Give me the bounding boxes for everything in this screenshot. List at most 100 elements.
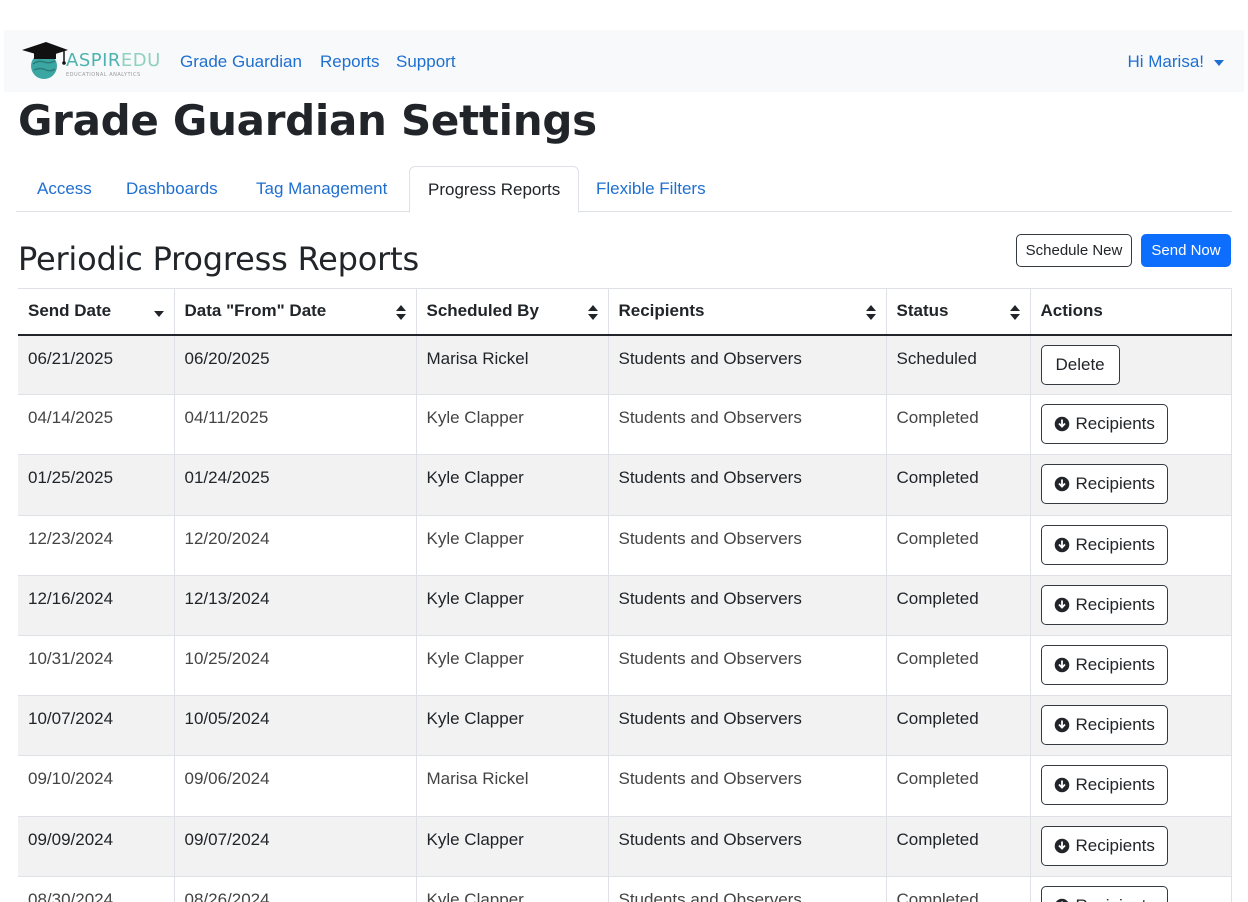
table-row: 12/23/2024 12/20/2024 Kyle Clapper Students… xyxy=(18,515,1232,576)
send-date-cell: 06/21/2025 xyxy=(18,334,174,396)
recipients-cell: Students and Observers xyxy=(607,575,886,636)
from-date-cell: 01/24/2025 xyxy=(173,454,416,516)
nav-link-grade-guardian[interactable]: Grade Guardian xyxy=(180,52,302,72)
actions-cell: Recipients xyxy=(1029,575,1232,636)
table-row: 10/31/2024 10/25/2024 Kyle Clapper Students… xyxy=(18,635,1232,697)
column-header-status[interactable]: Status xyxy=(885,288,1030,336)
download-recipients-button[interactable]: Recipients xyxy=(1040,885,1168,902)
send-date-cell: 01/25/2025 xyxy=(18,454,174,516)
sort-icon xyxy=(587,305,598,321)
tab-progress-reports[interactable]: Progress Reports xyxy=(409,166,580,213)
status-cell: Completed xyxy=(885,635,1030,697)
actions-cell: Recipients xyxy=(1029,515,1232,576)
scheduled-by-cell: Kyle Clapper xyxy=(415,876,608,902)
brand-tagline: EDUCATIONAL ANALYTICS xyxy=(66,72,141,78)
sort-icon xyxy=(865,305,876,321)
status-cell: Completed xyxy=(885,876,1030,902)
column-header-send-date[interactable]: Send Date xyxy=(18,288,174,336)
button-label: Recipients xyxy=(1075,654,1155,674)
recipients-cell: Students and Observers xyxy=(607,454,886,516)
recipients-cell: Students and Observers xyxy=(607,755,886,817)
actions-cell: Recipients xyxy=(1029,394,1232,456)
scheduled-by-cell: Kyle Clapper xyxy=(415,816,608,877)
user-menu-dropdown[interactable]: Hi Marisa! xyxy=(1127,52,1224,72)
send-now-button[interactable]: Send Now xyxy=(1141,234,1231,267)
download-circle-icon xyxy=(1054,416,1069,432)
send-date-cell: 12/16/2024 xyxy=(18,575,174,636)
status-cell: Completed xyxy=(885,515,1030,576)
column-header-scheduled-by[interactable]: Scheduled By xyxy=(415,288,608,336)
button-label: Recipients xyxy=(1075,474,1155,494)
from-date-cell: 12/20/2024 xyxy=(173,515,416,576)
actions-cell: Recipients xyxy=(1029,635,1232,697)
scheduled-by-cell: Marisa Rickel xyxy=(415,334,608,396)
table-header-row: Send Date Data "From" Date Scheduled By … xyxy=(18,288,1232,336)
download-circle-icon xyxy=(1054,657,1069,673)
column-header-recipients[interactable]: Recipients xyxy=(607,288,886,336)
tab-access[interactable]: Access xyxy=(19,166,110,212)
download-recipients-button[interactable]: Recipients xyxy=(1040,584,1168,625)
tab-dashboards[interactable]: Dashboards xyxy=(108,166,236,212)
download-circle-icon xyxy=(1054,537,1069,552)
status-cell: Completed xyxy=(885,454,1030,516)
column-header-from-date[interactable]: Data "From" Date xyxy=(173,288,416,336)
table-row: 12/16/2024 12/13/2024 Kyle Clapper Students… xyxy=(18,575,1232,636)
send-date-cell: 10/07/2024 xyxy=(18,695,174,757)
actions-cell: Recipients xyxy=(1029,695,1232,757)
button-label: Delete xyxy=(1055,354,1105,374)
aspiredu-logo[interactable]: ASPIREDU EDUCATIONAL ANALYTICS xyxy=(20,40,160,82)
download-recipients-button[interactable]: Recipients xyxy=(1040,404,1168,445)
graduation-cap-globe-icon xyxy=(22,42,68,79)
button-label: Recipients xyxy=(1075,414,1155,434)
status-cell: Completed xyxy=(885,755,1030,817)
from-date-cell: 04/11/2025 xyxy=(173,394,416,456)
button-label: Recipients xyxy=(1075,594,1155,614)
schedule-new-button[interactable]: Schedule New xyxy=(1016,234,1132,267)
actions-cell: Recipients xyxy=(1029,876,1232,902)
from-date-cell: 10/05/2024 xyxy=(173,695,416,757)
tab-tag-management[interactable]: Tag Management xyxy=(238,166,405,212)
status-cell: Completed xyxy=(885,816,1030,877)
download-recipients-button[interactable]: Recipients xyxy=(1040,825,1168,866)
table-row: 09/09/2024 09/07/2024 Kyle Clapper Students… xyxy=(18,816,1232,877)
tab-flexible-filters[interactable]: Flexible Filters xyxy=(578,166,724,212)
nav-link-support[interactable]: Support xyxy=(396,52,456,72)
from-date-cell: 10/25/2024 xyxy=(173,635,416,697)
send-date-cell: 04/14/2025 xyxy=(18,394,174,456)
download-recipients-button[interactable]: Recipients xyxy=(1040,644,1168,685)
send-date-cell: 09/10/2024 xyxy=(18,755,174,817)
delete-button[interactable]: Delete xyxy=(1040,344,1120,385)
column-header-actions: Actions xyxy=(1029,288,1232,336)
download-circle-icon xyxy=(1054,778,1069,793)
recipients-cell: Students and Observers xyxy=(607,394,886,456)
status-cell: Completed xyxy=(885,394,1030,456)
button-label: Recipients xyxy=(1076,896,1155,902)
download-recipients-button[interactable]: Recipients xyxy=(1040,464,1168,505)
nav-link-reports[interactable]: Reports xyxy=(320,52,380,72)
recipients-cell: Students and Observers xyxy=(607,816,886,877)
actions-cell: Recipients xyxy=(1029,454,1232,516)
recipients-cell: Students and Observers xyxy=(607,695,886,757)
table-row: 08/30/2024 08/26/2024 Kyle Clapper Students… xyxy=(18,876,1232,902)
send-date-cell: 08/30/2024 xyxy=(18,876,174,902)
button-label: Recipients xyxy=(1075,835,1155,855)
status-cell: Completed xyxy=(885,575,1030,636)
download-recipients-button[interactable]: Recipients xyxy=(1040,705,1168,746)
user-greeting: Hi Marisa! xyxy=(1127,52,1204,71)
table-row: 04/14/2025 04/11/2025 Kyle Clapper Students… xyxy=(18,394,1232,456)
from-date-cell: 06/20/2025 xyxy=(173,334,416,396)
actions-cell: Recipients xyxy=(1029,816,1232,877)
recipients-cell: Students and Observers xyxy=(607,876,886,902)
send-date-cell: 09/09/2024 xyxy=(18,816,174,877)
brand-name: ASPIREDU xyxy=(66,50,161,71)
download-recipients-button[interactable]: Recipients xyxy=(1040,524,1168,565)
actions-cell: Delete xyxy=(1029,334,1232,396)
table-row: 10/07/2024 10/05/2024 Kyle Clapper Students… xyxy=(18,695,1232,757)
actions-cell: Recipients xyxy=(1029,755,1232,817)
button-label: Recipients xyxy=(1075,775,1155,795)
page-title: Grade Guardian Settings xyxy=(18,96,597,145)
scheduled-by-cell: Kyle Clapper xyxy=(415,454,608,516)
recipients-cell: Students and Observers xyxy=(607,515,886,576)
recipients-cell: Students and Observers xyxy=(607,635,886,697)
download-recipients-button[interactable]: Recipients xyxy=(1040,765,1168,806)
